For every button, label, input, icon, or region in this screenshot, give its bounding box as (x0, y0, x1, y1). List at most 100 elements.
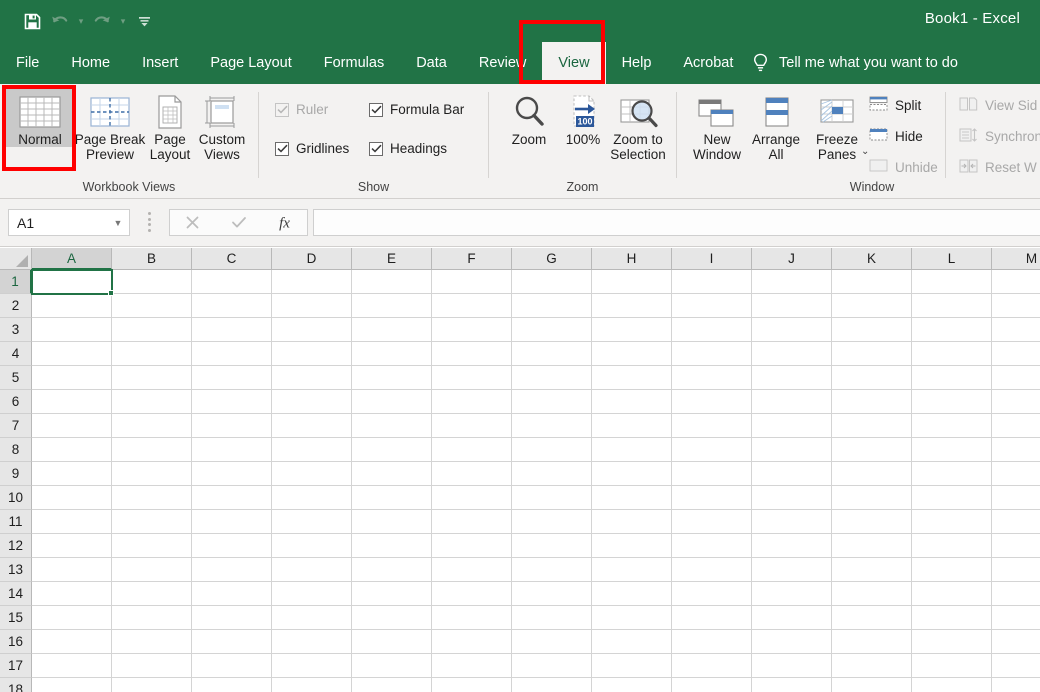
cell-F12[interactable] (432, 534, 512, 558)
cell-K5[interactable] (832, 366, 912, 390)
undo-icon[interactable] (46, 8, 74, 34)
column-header-d[interactable]: D (272, 248, 352, 270)
cell-D12[interactable] (272, 534, 352, 558)
cell-F3[interactable] (432, 318, 512, 342)
cell-D2[interactable] (272, 294, 352, 318)
cell-K7[interactable] (832, 414, 912, 438)
cell-H9[interactable] (592, 462, 672, 486)
cell-J14[interactable] (752, 582, 832, 606)
cell-D9[interactable] (272, 462, 352, 486)
cell-H12[interactable] (592, 534, 672, 558)
cell-K3[interactable] (832, 318, 912, 342)
tell-me-search[interactable]: Tell me what you want to do (752, 42, 958, 84)
tab-formulas[interactable]: Formulas (308, 42, 400, 84)
cell-H17[interactable] (592, 654, 672, 678)
cell-D13[interactable] (272, 558, 352, 582)
cell-H3[interactable] (592, 318, 672, 342)
cell-M14[interactable] (992, 582, 1040, 606)
cell-F2[interactable] (432, 294, 512, 318)
cell-M5[interactable] (992, 366, 1040, 390)
synchronous-scrolling-button[interactable]: Synchron (959, 127, 1040, 146)
cell-J9[interactable] (752, 462, 832, 486)
cell-C6[interactable] (192, 390, 272, 414)
cell-A17[interactable] (32, 654, 112, 678)
row-header-17[interactable]: 17 (0, 654, 32, 678)
cell-F7[interactable] (432, 414, 512, 438)
cell-E6[interactable] (352, 390, 432, 414)
cell-G9[interactable] (512, 462, 592, 486)
row-header-16[interactable]: 16 (0, 630, 32, 654)
column-header-k[interactable]: K (832, 248, 912, 270)
cell-C9[interactable] (192, 462, 272, 486)
cell-C12[interactable] (192, 534, 272, 558)
cell-M6[interactable] (992, 390, 1040, 414)
cell-D17[interactable] (272, 654, 352, 678)
cell-D8[interactable] (272, 438, 352, 462)
cell-D15[interactable] (272, 606, 352, 630)
cell-G4[interactable] (512, 342, 592, 366)
cell-I18[interactable] (672, 678, 752, 692)
column-header-b[interactable]: B (112, 248, 192, 270)
arrange-all-button[interactable]: Arrange All (746, 88, 806, 162)
cell-B15[interactable] (112, 606, 192, 630)
cell-B5[interactable] (112, 366, 192, 390)
cell-A14[interactable] (32, 582, 112, 606)
tab-home[interactable]: Home (55, 42, 126, 84)
cell-F4[interactable] (432, 342, 512, 366)
cell-J7[interactable] (752, 414, 832, 438)
cell-B10[interactable] (112, 486, 192, 510)
cell-J18[interactable] (752, 678, 832, 692)
cell-I8[interactable] (672, 438, 752, 462)
cell-J4[interactable] (752, 342, 832, 366)
view-side-by-side-button[interactable]: View Sid (959, 96, 1037, 115)
tab-review[interactable]: Review (463, 42, 543, 84)
cell-B18[interactable] (112, 678, 192, 692)
cell-K1[interactable] (832, 270, 912, 294)
cell-A9[interactable] (32, 462, 112, 486)
cell-K6[interactable] (832, 390, 912, 414)
row-header-11[interactable]: 11 (0, 510, 32, 534)
ruler-checkbox[interactable]: Ruler (275, 102, 328, 117)
cell-J1[interactable] (752, 270, 832, 294)
cell-C15[interactable] (192, 606, 272, 630)
cell-K2[interactable] (832, 294, 912, 318)
cell-L8[interactable] (912, 438, 992, 462)
cell-B7[interactable] (112, 414, 192, 438)
cell-B6[interactable] (112, 390, 192, 414)
cell-K17[interactable] (832, 654, 912, 678)
cell-L5[interactable] (912, 366, 992, 390)
cell-I7[interactable] (672, 414, 752, 438)
cell-I2[interactable] (672, 294, 752, 318)
column-header-l[interactable]: L (912, 248, 992, 270)
cell-B1[interactable] (112, 270, 192, 294)
cell-I14[interactable] (672, 582, 752, 606)
cell-I10[interactable] (672, 486, 752, 510)
cell-C13[interactable] (192, 558, 272, 582)
cell-C14[interactable] (192, 582, 272, 606)
cell-H15[interactable] (592, 606, 672, 630)
cell-H10[interactable] (592, 486, 672, 510)
cell-E13[interactable] (352, 558, 432, 582)
cell-I11[interactable] (672, 510, 752, 534)
cell-J11[interactable] (752, 510, 832, 534)
cell-H11[interactable] (592, 510, 672, 534)
column-header-m[interactable]: M (992, 248, 1040, 270)
name-box-chevron-down-icon[interactable]: ▼ (107, 218, 129, 228)
save-icon[interactable] (18, 8, 46, 34)
cell-M13[interactable] (992, 558, 1040, 582)
page-layout-view-button[interactable]: Page Layout (142, 88, 198, 162)
column-header-i[interactable]: I (672, 248, 752, 270)
cell-E14[interactable] (352, 582, 432, 606)
cell-A12[interactable] (32, 534, 112, 558)
cell-M15[interactable] (992, 606, 1040, 630)
cell-J8[interactable] (752, 438, 832, 462)
cell-F11[interactable] (432, 510, 512, 534)
cell-H13[interactable] (592, 558, 672, 582)
cell-G5[interactable] (512, 366, 592, 390)
column-header-a[interactable]: A (32, 248, 112, 270)
cell-F1[interactable] (432, 270, 512, 294)
column-header-c[interactable]: C (192, 248, 272, 270)
cell-D14[interactable] (272, 582, 352, 606)
cell-A4[interactable] (32, 342, 112, 366)
cell-J15[interactable] (752, 606, 832, 630)
